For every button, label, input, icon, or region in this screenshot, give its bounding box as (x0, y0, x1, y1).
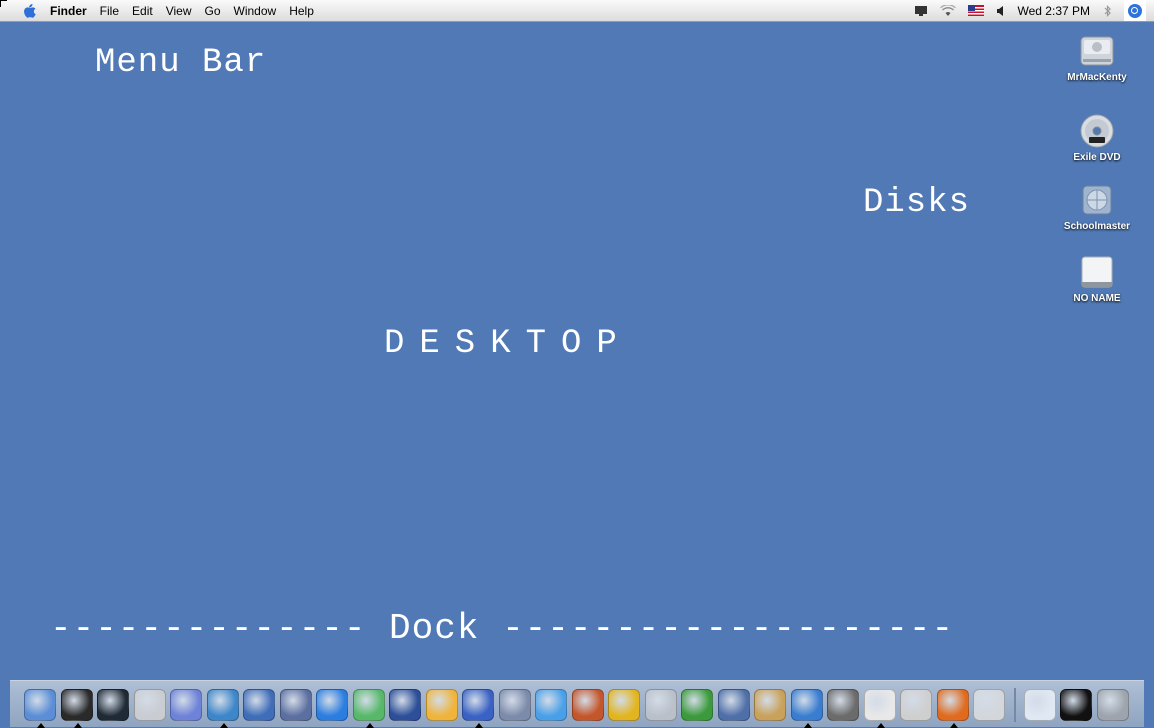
automator-icon[interactable] (498, 689, 531, 721)
desktop-disk-schoolmaster[interactable]: Schoolmaster (1057, 182, 1137, 232)
disks-annotation: Disks (863, 184, 971, 222)
disk-label: Exile DVD (1073, 152, 1121, 163)
network-icon[interactable] (316, 689, 348, 721)
bluetooth-icon[interactable] (1104, 4, 1112, 17)
xcode-icon[interactable] (279, 689, 312, 721)
external-drive-icon (1079, 254, 1115, 290)
menu-clock[interactable]: Wed 2:37 PM (1018, 4, 1090, 18)
menu-window[interactable]: Window (234, 4, 277, 18)
grapher-icon[interactable] (681, 689, 713, 721)
us-flag-icon[interactable] (967, 5, 984, 16)
imovie-icon[interactable] (389, 689, 421, 721)
menu-help[interactable]: Help (289, 4, 314, 18)
finder-icon[interactable] (24, 689, 56, 728)
fetch-icon[interactable] (243, 689, 275, 721)
idvd-icon[interactable] (425, 689, 458, 721)
ical-icon[interactable] (863, 689, 896, 728)
desktop-disk-mrmackenty[interactable]: MrMacKenty (1057, 33, 1137, 83)
disk-label: NO NAME (1073, 293, 1121, 304)
bbedit-icon[interactable] (170, 689, 202, 721)
desktop-disk-no-name[interactable]: NO NAME (1057, 254, 1137, 304)
menu-finder[interactable]: Finder (50, 4, 87, 18)
garageband-icon[interactable] (827, 689, 859, 721)
minimized-window-icon[interactable] (1060, 689, 1092, 721)
terminal-icon[interactable] (97, 689, 129, 721)
status-area: Wed 2:37 PM (914, 0, 1154, 21)
desktop-stack-icon[interactable] (1023, 689, 1056, 721)
volume-icon[interactable] (996, 5, 1006, 17)
dock-annotation: -------------- Dock -------------------- (50, 608, 955, 649)
display-icon[interactable] (914, 5, 928, 17)
printer-icon[interactable] (973, 689, 1005, 721)
dashboard-icon[interactable] (60, 689, 93, 728)
word-icon[interactable] (462, 689, 494, 728)
desktop-annotation: DESKTOP (384, 325, 632, 363)
dvd-icon (1079, 113, 1115, 149)
address-book-icon[interactable] (754, 689, 786, 721)
menu-bar-annotation: Menu Bar (95, 44, 267, 82)
hard-drive-icon (1079, 33, 1115, 69)
transmit-icon[interactable] (206, 689, 239, 728)
keynote-icon[interactable] (717, 689, 750, 721)
screen-corner (0, 0, 7, 7)
dock (10, 680, 1144, 728)
iphoto-icon[interactable] (571, 689, 604, 721)
menu-file[interactable]: File (100, 4, 119, 18)
dock-separator (1013, 688, 1016, 722)
menu-edit[interactable]: Edit (132, 4, 153, 18)
menu-bar: Finder File Edit View Go Window Help Wed… (0, 0, 1154, 22)
sunflower-icon[interactable] (608, 689, 640, 721)
photo-booth-icon[interactable] (133, 689, 166, 721)
apple-menu-icon[interactable] (24, 3, 36, 18)
spotlight-search-icon[interactable] (1124, 0, 1146, 21)
desktop-disk-exile-dvd[interactable]: Exile DVD (1057, 113, 1137, 163)
firefox-icon[interactable] (936, 689, 969, 728)
menu-go[interactable]: Go (205, 4, 221, 18)
script-editor-icon[interactable] (900, 689, 932, 721)
safari-icon[interactable] (535, 689, 567, 721)
dock-apps (24, 685, 1133, 728)
itunes-icon[interactable] (352, 689, 385, 728)
wifi-icon[interactable] (939, 4, 956, 17)
thunderbird-icon[interactable] (790, 689, 823, 728)
network-volume-icon (1079, 182, 1115, 218)
disk-label: MrMacKenty (1067, 72, 1127, 83)
disk-label: Schoolmaster (1063, 221, 1131, 232)
menu-view[interactable]: View (166, 4, 192, 18)
preview-icon[interactable] (644, 689, 677, 721)
trash-icon[interactable] (1096, 689, 1129, 721)
